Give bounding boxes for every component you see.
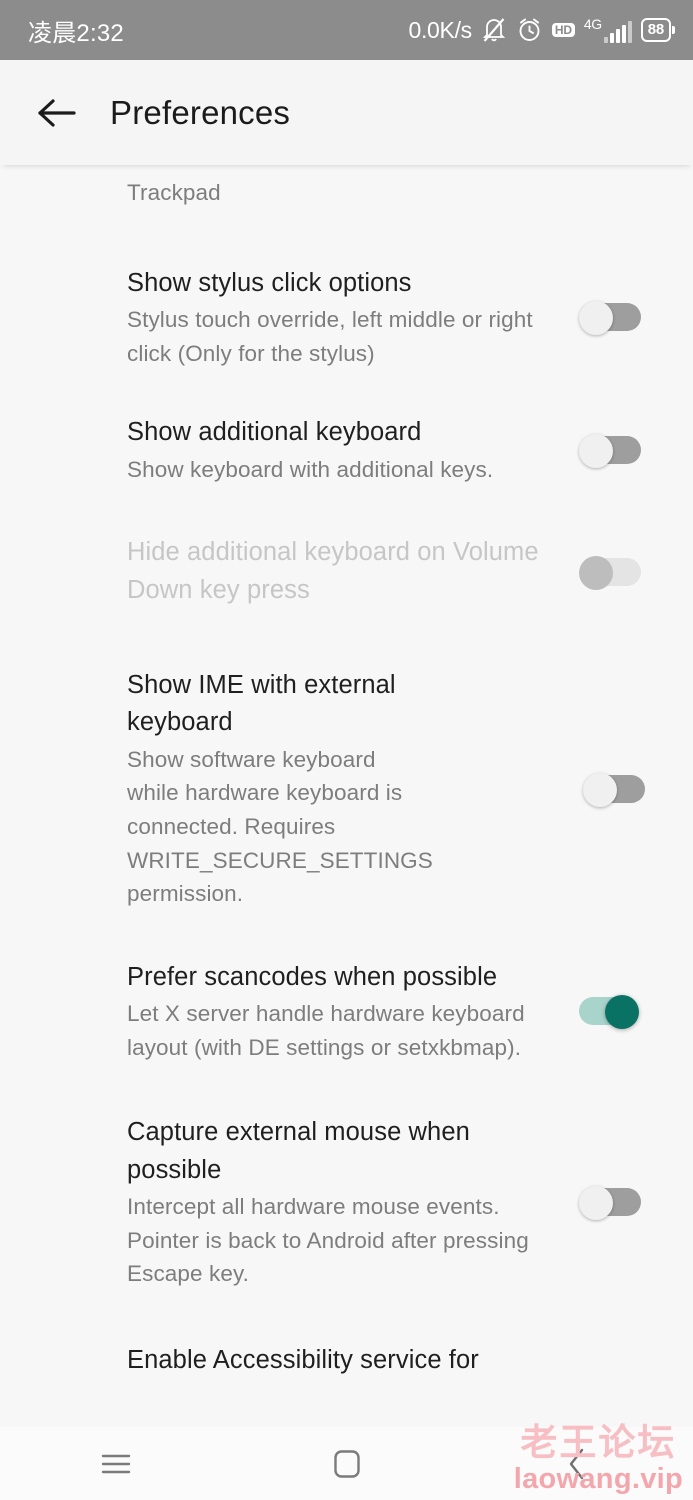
row-text: Prefer scancodes when possible Let X ser… bbox=[0, 959, 579, 1065]
list-item-title: Show stylus click options bbox=[127, 268, 412, 297]
list-item-show-additional-keyboard[interactable]: Show additional keyboard Show keyboard w… bbox=[0, 414, 693, 486]
row-text: Show stylus click options Stylus touch o… bbox=[0, 265, 579, 371]
battery-level-label: 88 bbox=[640, 18, 671, 42]
toggle-capture-external-mouse-when-possible[interactable] bbox=[579, 1186, 641, 1221]
list-item-partial-top[interactable]: Trackpad bbox=[0, 165, 693, 210]
battery-indicator: 88 bbox=[640, 18, 675, 42]
alarm-clock-icon bbox=[519, 18, 540, 41]
home-square-icon bbox=[333, 1449, 360, 1478]
hd-badge: HD bbox=[551, 22, 575, 38]
list-item-capture-external-mouse-when-possible[interactable]: Capture external mouse when possible Int… bbox=[0, 1114, 693, 1291]
network-speed-label: 0.0K/s bbox=[408, 16, 472, 43]
toggle-show-additional-keyboard[interactable] bbox=[579, 434, 641, 469]
toggle-hide-additional-keyboard-on-volume-down bbox=[579, 555, 641, 590]
row-text: Enable Accessibility service for bbox=[0, 1342, 669, 1379]
list-item-subtitle: Let X server handle hardware keyboard la… bbox=[127, 1001, 525, 1060]
list-item-title: Show additional keyboard bbox=[127, 418, 422, 447]
toggle-show-ime-with-external-keyboard[interactable] bbox=[582, 772, 645, 807]
network-type-label: 4G bbox=[583, 16, 602, 32]
list-item-subtitle: Intercept all hardware mouse events. Poi… bbox=[127, 1194, 529, 1287]
list-item-hide-additional-keyboard-on-volume-down: Hide additional keyboard on Volume Down … bbox=[0, 534, 693, 609]
signal-indicator: 4G bbox=[584, 17, 632, 43]
list-item-title: Capture external mouse when possible bbox=[127, 1118, 470, 1184]
back-button[interactable] bbox=[30, 86, 84, 140]
toggle-thumb bbox=[582, 772, 617, 807]
toggle-thumb bbox=[579, 434, 613, 469]
system-navigation-bar bbox=[0, 1427, 693, 1500]
list-item-prefer-scancodes-when-possible[interactable]: Prefer scancodes when possible Let X ser… bbox=[0, 959, 693, 1065]
toggle-show-stylus-click-options[interactable] bbox=[579, 301, 641, 336]
list-item-title: Hide additional keyboard on Volume Down … bbox=[127, 538, 539, 604]
toggle-prefer-scancodes-when-possible[interactable] bbox=[579, 995, 641, 1030]
list-item-title: Prefer scancodes when possible bbox=[127, 962, 498, 991]
list-item-subtitle: Show software keyboard while hardware ke… bbox=[127, 746, 433, 907]
back-arrow-icon bbox=[38, 98, 76, 127]
bell-muted-icon bbox=[482, 18, 506, 42]
recents-button[interactable] bbox=[0, 1427, 231, 1500]
list-item-show-ime-with-external-keyboard[interactable]: Show IME with external keyboard Show sof… bbox=[0, 667, 693, 911]
phone-screen: 凌晨2:32 0.0K/s HD 4G 88 Preferences Track… bbox=[0, 0, 693, 1500]
back-nav-button[interactable] bbox=[462, 1427, 693, 1500]
app-bar: Preferences bbox=[0, 60, 693, 165]
hamburger-menu-icon bbox=[101, 1454, 130, 1473]
row-text: Show additional keyboard Show keyboard w… bbox=[0, 414, 579, 486]
back-chevron-icon bbox=[569, 1448, 583, 1479]
toggle-thumb bbox=[579, 555, 613, 590]
signal-bars-icon bbox=[603, 21, 632, 43]
row-text: Show IME with external keyboard Show sof… bbox=[0, 667, 583, 911]
toggle-thumb bbox=[605, 995, 639, 1030]
settings-list[interactable]: Trackpad Show stylus click options Stylu… bbox=[0, 165, 693, 1427]
battery-cap bbox=[672, 26, 675, 34]
list-item-subtitle: Show keyboard with additional keys. bbox=[127, 456, 494, 482]
list-item-show-stylus-click-options[interactable]: Show stylus click options Stylus touch o… bbox=[0, 265, 693, 371]
status-bar: 凌晨2:32 0.0K/s HD 4G 88 bbox=[0, 0, 693, 60]
row-text: Trackpad bbox=[0, 175, 669, 210]
page-title: Preferences bbox=[110, 93, 291, 131]
status-bar-clock: 凌晨2:32 bbox=[28, 19, 124, 47]
row-text: Hide additional keyboard on Volume Down … bbox=[0, 534, 579, 609]
list-item-title: Enable Accessibility service for bbox=[127, 1345, 479, 1374]
status-bar-icons: 0.0K/s HD 4G 88 bbox=[408, 16, 675, 44]
list-item-subtitle: Stylus touch override, left middle or ri… bbox=[127, 307, 533, 366]
list-item-title: Show IME with external keyboard bbox=[127, 671, 396, 737]
home-button[interactable] bbox=[231, 1427, 462, 1500]
list-item-partial-bottom[interactable]: Enable Accessibility service for bbox=[0, 1341, 693, 1381]
row-text: Capture external mouse when possible Int… bbox=[0, 1114, 579, 1291]
list-item-subtitle: Trackpad bbox=[127, 180, 221, 205]
